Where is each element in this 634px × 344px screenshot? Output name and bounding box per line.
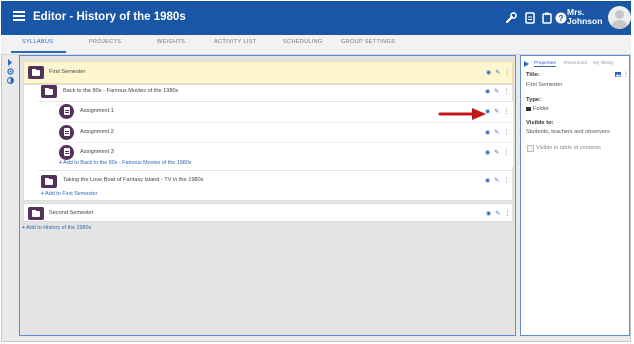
eye-icon[interactable]: ◉ xyxy=(485,178,490,184)
folder-title: Second Semester xyxy=(49,210,94,216)
visible-to-label: Visible to: xyxy=(526,120,554,126)
syllabus-editor: First Semester ◉ ✎ ⋮ Back to the 80s - Fam… xyxy=(19,55,516,336)
tab-weights[interactable]: WEIGHTS xyxy=(157,39,185,45)
pencil-icon[interactable]: ✎ xyxy=(494,89,499,95)
title-label: Title: xyxy=(526,72,540,78)
more-icon[interactable]: ⋮ xyxy=(503,178,509,184)
tab-syllabus[interactable]: SYLLABUS xyxy=(22,39,53,45)
toc-checkbox[interactable] xyxy=(527,145,534,152)
annotation-arrow xyxy=(438,108,486,120)
row-actions: ◉ ✎ ⋮ xyxy=(485,108,509,115)
assignment-row[interactable]: Assignment 3 ◉ ✎ ⋮ xyxy=(58,142,513,162)
assignment-title: Assignment 2 xyxy=(80,129,114,135)
contrast-icon[interactable] xyxy=(7,77,14,84)
toc-label: Visible in table of contents xyxy=(536,145,601,151)
assignment-row[interactable]: Assignment 2 ◉ ✎ ⋮ xyxy=(58,122,513,142)
settings-icon[interactable] xyxy=(7,68,14,75)
assignment-title: Assignment 3 xyxy=(80,149,114,155)
folder-icon xyxy=(41,85,57,98)
folder-icon xyxy=(526,106,531,111)
more-icon[interactable]: ⋮ xyxy=(504,211,510,217)
eye-icon[interactable]: ◉ xyxy=(485,130,490,136)
folder-title: Taking the Love Boat of Fantasy Island -… xyxy=(63,177,204,183)
tab-properties[interactable]: Properties xyxy=(534,61,556,67)
add-to-back-to-80s-link[interactable]: +Add to Back to the 80s - Famous Movies … xyxy=(59,160,191,166)
folder-row-second-semester[interactable]: Second Semester ◉ ✎ ⋮ xyxy=(23,203,513,222)
collapse-panel-icon[interactable] xyxy=(524,61,529,67)
pencil-icon[interactable]: ✎ xyxy=(495,70,500,76)
pencil-icon[interactable]: ✎ xyxy=(494,178,499,184)
help-icon[interactable]: ? xyxy=(554,11,568,25)
eye-icon[interactable]: ◉ xyxy=(485,150,490,156)
clipboard-icon[interactable] xyxy=(540,11,554,25)
avatar[interactable] xyxy=(608,6,631,29)
wrench-icon[interactable] xyxy=(504,11,518,25)
title-value: First Semester xyxy=(526,82,563,88)
type-value: Folder xyxy=(526,106,549,112)
type-label: Type: xyxy=(526,97,542,103)
document-icon[interactable] xyxy=(523,11,537,25)
more-icon[interactable]: ⋮ xyxy=(503,109,509,115)
visible-to-value: Students, teachers and observers xyxy=(526,129,610,135)
assignment-icon xyxy=(59,145,74,160)
row-actions: ◉ ✎ ⋮ xyxy=(485,177,509,184)
folder-title: Back to the 80s - Famous Movies of the 1… xyxy=(63,88,179,94)
assignment-icon xyxy=(59,104,74,119)
row-actions: ◉ ✎ ⋮ xyxy=(485,129,509,136)
row-actions: ◉ ✎ ⋮ xyxy=(485,149,509,156)
eye-icon[interactable]: ◉ xyxy=(485,89,490,95)
tab-group-settings[interactable]: GROUP SETTINGS xyxy=(341,39,395,45)
svg-text:?: ? xyxy=(559,14,564,23)
more-icon[interactable]: ⋮ xyxy=(503,150,509,156)
more-icon[interactable]: ⋮ xyxy=(503,130,509,136)
user-name[interactable]: Mrs. Johnson xyxy=(567,8,602,26)
row-actions: ◉ ✎ ⋮ xyxy=(486,210,510,217)
folder-row-love-boat[interactable]: Taking the Love Boat of Fantasy Island -… xyxy=(38,170,513,190)
folder-title: First Semester xyxy=(49,69,86,75)
row-actions: ◉ ✎ ⋮ xyxy=(485,88,509,95)
menu-icon[interactable] xyxy=(13,11,25,21)
tab-scheduling[interactable]: SCHEDULING xyxy=(283,39,323,45)
folder-row-first-semester[interactable]: First Semester ◉ ✎ ⋮ xyxy=(23,61,513,84)
assignment-icon xyxy=(59,125,74,140)
folder-row-back-to-80s[interactable]: Back to the 80s - Famous Movies of the 1… xyxy=(38,82,513,100)
folder-icon xyxy=(41,175,57,188)
folder-icon xyxy=(28,66,44,79)
pencil-icon[interactable]: ✎ xyxy=(495,211,500,217)
tab-my-library[interactable]: My library xyxy=(593,61,614,66)
active-tab-indicator xyxy=(11,51,66,53)
add-to-first-semester-link[interactable]: +Add to First Semester xyxy=(41,191,97,197)
left-rail xyxy=(2,55,18,340)
folder-icon xyxy=(28,207,44,220)
eye-icon[interactable]: ◉ xyxy=(486,211,491,217)
row-actions: ◉ ✎ ⋮ xyxy=(486,69,510,76)
pencil-icon[interactable]: ✎ xyxy=(494,109,499,115)
more-icon[interactable]: ⋮ xyxy=(504,70,510,76)
tab-bar: SYLLABUS PROJECTS WEIGHTS ACTIVITY LIST … xyxy=(1,35,631,55)
properties-panel: Properties Resources My library Title: ⋮… xyxy=(520,55,630,336)
add-to-history-link[interactable]: +Add to History of the 1980s xyxy=(22,225,91,231)
more-icon[interactable]: ⋮ xyxy=(623,71,629,78)
assignment-title: Assignment 1 xyxy=(80,108,114,114)
top-bar: Editor - History of the 1980s ? Mrs. Joh… xyxy=(1,1,631,35)
image-icon[interactable] xyxy=(615,72,621,77)
page-title: Editor - History of the 1980s xyxy=(33,11,186,23)
tab-resources[interactable]: Resources xyxy=(564,61,587,66)
pencil-icon[interactable]: ✎ xyxy=(494,150,499,156)
expand-arrow-icon[interactable] xyxy=(7,59,13,66)
eye-icon[interactable]: ◉ xyxy=(486,70,491,76)
pencil-icon[interactable]: ✎ xyxy=(494,130,499,136)
tab-projects[interactable]: PROJECTS xyxy=(89,39,121,45)
more-icon[interactable]: ⋮ xyxy=(503,89,509,95)
tab-activity-list[interactable]: ACTIVITY LIST xyxy=(214,39,256,45)
